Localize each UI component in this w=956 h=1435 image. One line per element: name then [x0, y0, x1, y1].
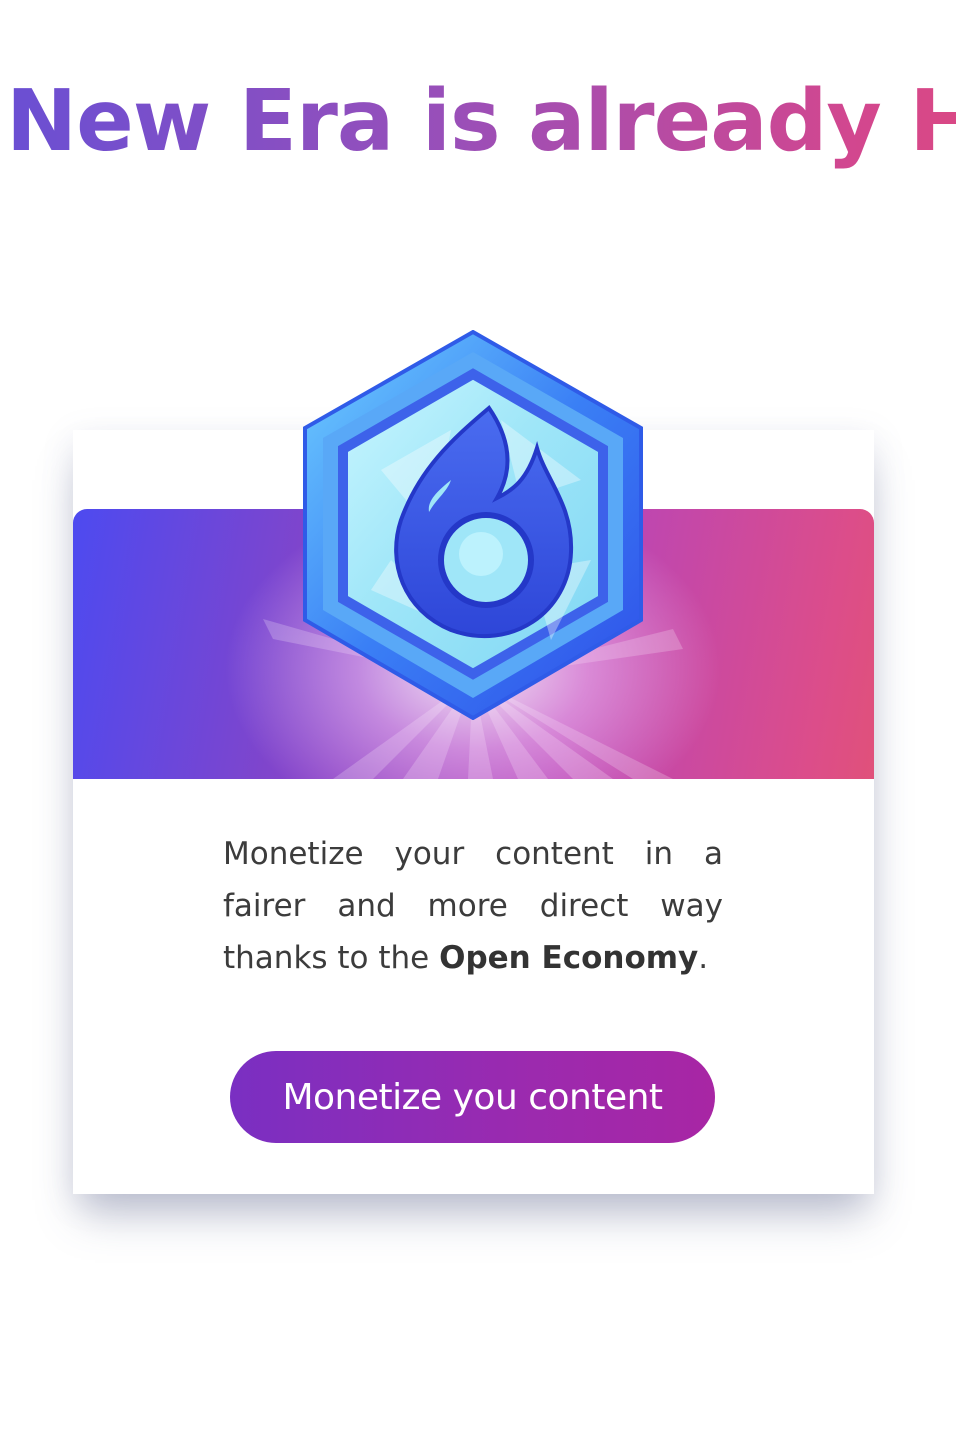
promo-card: Monetize your content in a fairer and mo…: [73, 330, 874, 1194]
headline-container: New Era is already Here: [0, 72, 956, 182]
description-period: .: [698, 940, 709, 976]
promo-description: Monetize your content in a fairer and mo…: [223, 828, 723, 984]
open-economy-emphasis: Open Economy: [439, 940, 699, 976]
monetize-content-button[interactable]: Monetize you content: [230, 1051, 715, 1143]
page-headline: New Era is already Here: [6, 72, 956, 172]
flame-hexagon-badge-icon: [303, 330, 643, 720]
